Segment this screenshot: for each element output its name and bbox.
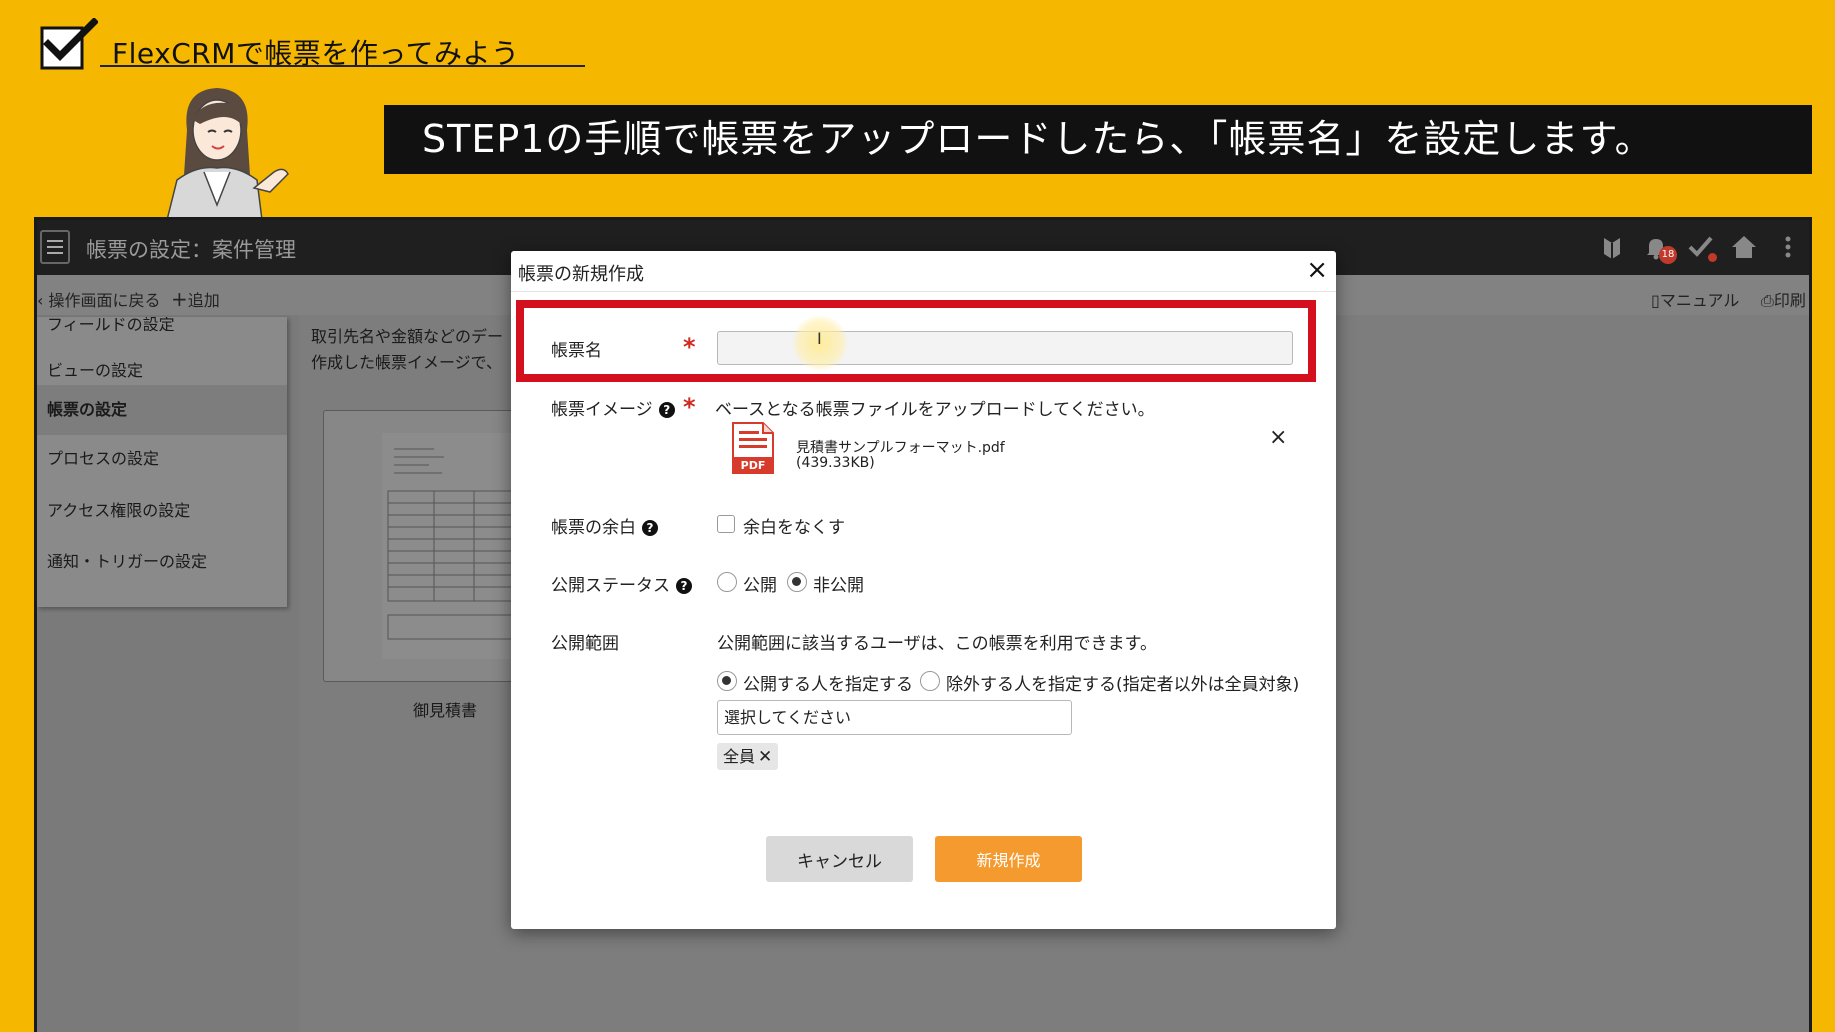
sidebar-item-forms[interactable]: 帳票の設定 <box>37 385 287 435</box>
back-link[interactable]: ‹ 操作画面に戻る <box>37 287 161 311</box>
scope-include-radio[interactable] <box>717 671 737 691</box>
sidebar-item-process[interactable]: プロセスの設定 <box>47 445 159 469</box>
manual-link[interactable]: ▯マニュアル <box>1651 287 1739 311</box>
bell-icon[interactable]: 18 <box>1641 232 1677 264</box>
selected-tag-label: 全員 <box>723 747 756 766</box>
pdf-file-icon: PDF <box>732 422 774 474</box>
required-mark: * <box>683 333 696 361</box>
dialog-title: 帳票の新規作成 <box>518 264 644 285</box>
svg-text:PDF: PDF <box>741 459 766 472</box>
form-status-label-text: 公開ステータス <box>551 576 670 596</box>
document-preview-icon <box>382 433 524 659</box>
hamburger-menu-icon[interactable] <box>40 230 70 264</box>
margin-checkbox[interactable] <box>717 515 735 533</box>
content-description-2: 作成した帳票イメージで、 <box>311 353 503 372</box>
required-mark: * <box>683 393 696 421</box>
help-icon[interactable]: ? <box>658 402 675 418</box>
remove-tag-icon[interactable]: ✕ <box>758 747 772 767</box>
checkbox-check-icon <box>40 18 98 70</box>
status-private-label: 非公開 <box>813 576 864 596</box>
content-description-1: 取引先名や金額などのデー <box>311 327 504 346</box>
beginner-mark-icon[interactable] <box>1597 232 1627 262</box>
form-name-label: 帳票名 <box>551 341 602 361</box>
uploaded-file-name: 見積書サンプルフォーマット.pdf <box>796 440 1005 456</box>
form-scope-label: 公開範囲 <box>551 634 619 654</box>
new-form-dialog: 帳票の新規作成 × 帳票名 * I 帳票イメージ? * ベースとなる帳票ファイル… <box>511 251 1336 929</box>
close-icon[interactable]: × <box>1306 255 1328 285</box>
settings-sidebar: フィールドの設定 ビューの設定 帳票の設定 プロセスの設定 アクセス権限の設定 … <box>37 317 287 607</box>
brand-underline <box>100 65 585 67</box>
form-image-label-text: 帳票イメージ <box>551 400 653 420</box>
form-margin-label: 帳票の余白? <box>551 513 658 538</box>
status-public-radio[interactable] <box>717 572 737 592</box>
template-caption: 御見積書 <box>413 701 478 720</box>
plus-icon: + <box>171 287 188 311</box>
print-label: 印刷 <box>1773 291 1806 310</box>
tutorial-brand: FlexCRMで帳票を作ってみよう <box>38 18 585 74</box>
text-cursor-icon: I <box>817 329 822 348</box>
status-public-label: 公開 <box>743 576 777 596</box>
uploaded-file-size: (439.33KB) <box>796 455 875 471</box>
notification-badge: 18 <box>1659 246 1677 264</box>
scope-include-label: 公開する人を指定する <box>743 675 913 695</box>
selected-tag: 全員 ✕ <box>717 743 779 770</box>
header-icons: 18 <box>1597 230 1809 264</box>
scope-description: 公開範囲に該当するユーザは、この帳票を利用できます。 <box>717 634 1157 654</box>
sidebar-item-access[interactable]: アクセス権限の設定 <box>47 497 190 521</box>
sidebar-item-fields[interactable]: フィールドの設定 <box>47 317 175 331</box>
margin-checkbox-label: 余白をなくす <box>743 518 845 538</box>
home-icon[interactable] <box>1729 232 1759 262</box>
template-thumbnail[interactable] <box>323 410 525 682</box>
form-image-label: 帳票イメージ? <box>551 395 675 420</box>
help-icon[interactable]: ? <box>676 578 692 594</box>
form-image-hint: ベースとなる帳票ファイルをアップロードしてください。 <box>715 400 1155 420</box>
form-margin-label-text: 帳票の余白 <box>551 518 636 538</box>
cancel-button[interactable]: キャンセル <box>766 836 913 882</box>
printer-icon: ⎙ <box>1761 291 1774 310</box>
remove-file-icon[interactable]: × <box>1269 425 1287 450</box>
status-private-radio[interactable] <box>787 572 807 592</box>
dialog-header: 帳票の新規作成 × <box>511 251 1336 292</box>
scope-exclude-label: 除外する人を指定する(指定者以外は全員対象) <box>946 675 1300 695</box>
app-title: 帳票の設定：案件管理 <box>86 238 296 262</box>
presenter-illustration <box>166 88 289 220</box>
manual-label: マニュアル <box>1659 291 1740 310</box>
back-label: 操作画面に戻る <box>48 291 161 310</box>
book-icon: ▯ <box>1651 291 1660 310</box>
task-indicator-dot <box>1708 253 1717 262</box>
sidebar-item-views[interactable]: ビューの設定 <box>47 357 143 381</box>
user-select[interactable]: 選択してください <box>717 700 1072 735</box>
help-icon[interactable]: ? <box>642 520 658 536</box>
form-name-input[interactable] <box>717 331 1293 365</box>
add-label: 追加 <box>187 291 220 310</box>
add-link[interactable]: +追加 <box>171 287 220 311</box>
create-button[interactable]: 新規作成 <box>935 836 1082 882</box>
print-link[interactable]: ⎙印刷 <box>1761 287 1806 311</box>
scope-exclude-radio[interactable] <box>920 671 940 691</box>
more-vertical-icon[interactable] <box>1773 232 1803 262</box>
check-icon[interactable] <box>1685 232 1717 262</box>
sidebar-item-notifications[interactable]: 通知・トリガーの設定 <box>47 548 207 572</box>
form-status-label: 公開ステータス? <box>551 571 692 596</box>
step-banner: STEP1の手順で帳票をアップロードしたら、「帳票名」を設定します。 <box>384 105 1812 174</box>
